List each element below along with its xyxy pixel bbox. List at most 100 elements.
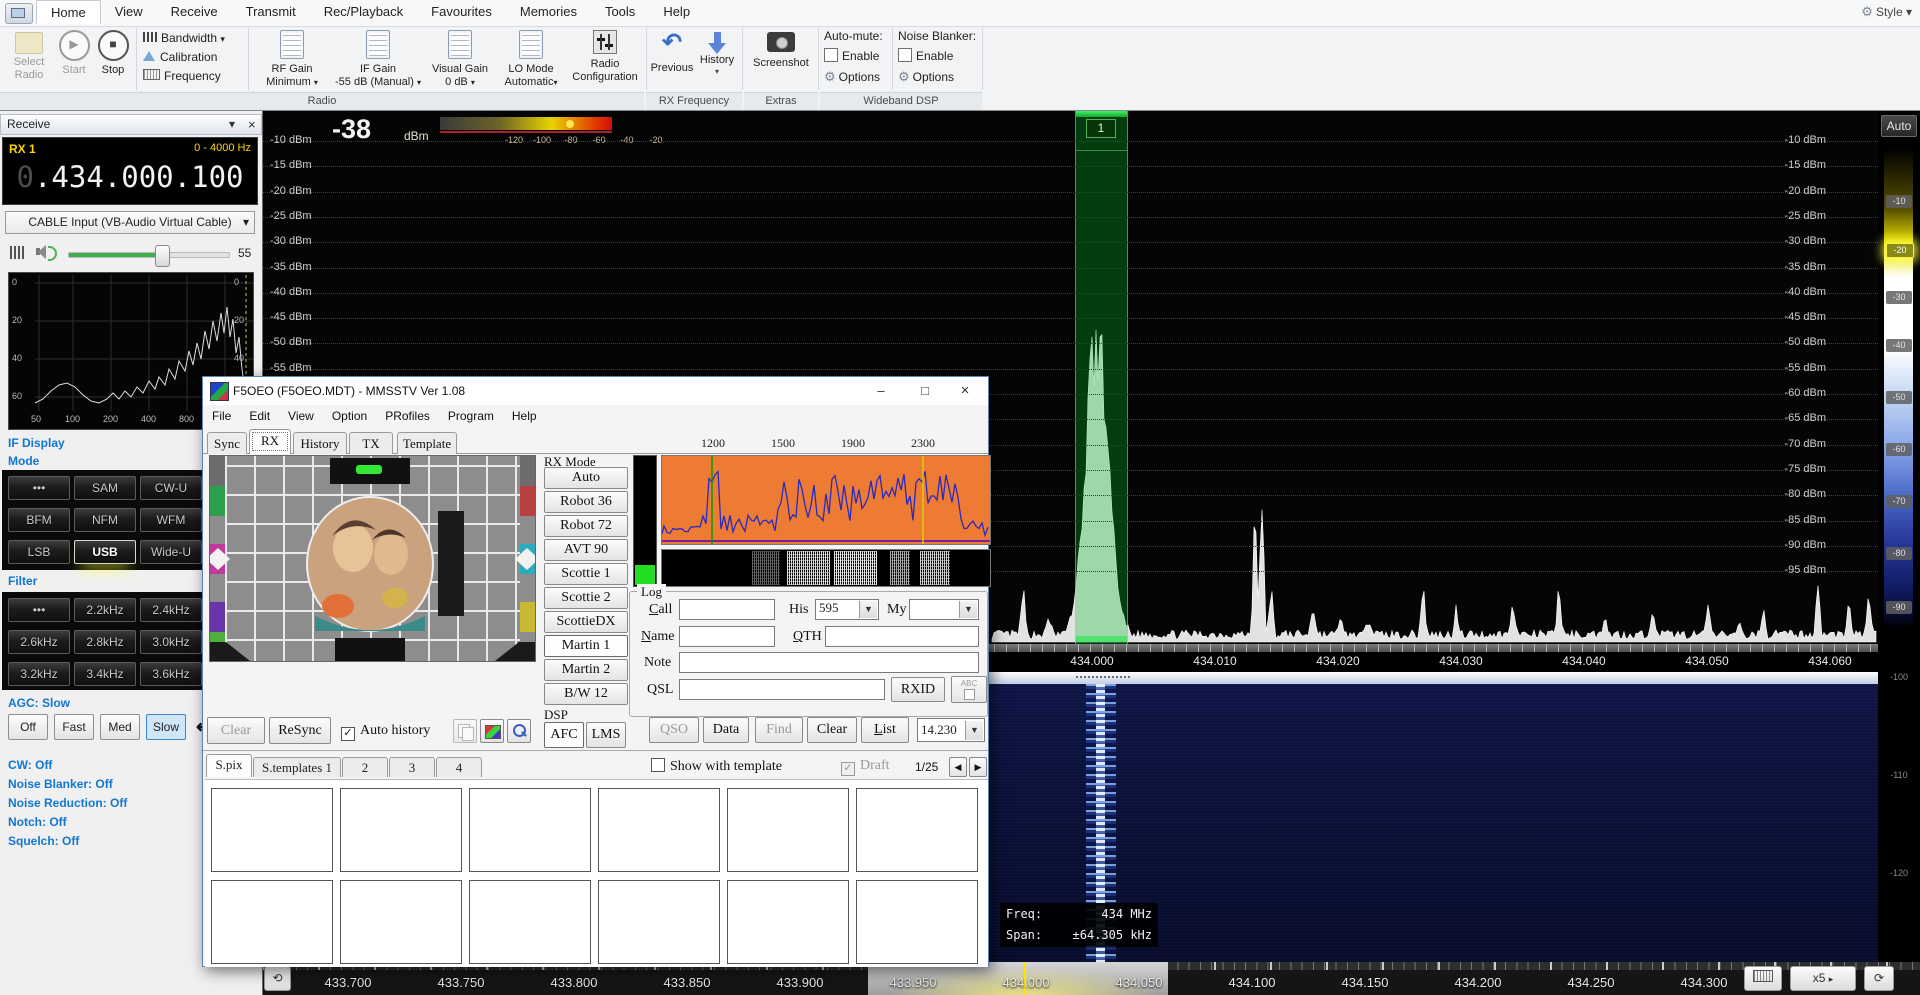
mode-button-lsb[interactable]: LSB [8,540,70,564]
noise-blanker-enable-checkbox[interactable]: Enable [898,48,978,63]
colorbar-auto-button[interactable]: Auto [1881,115,1917,137]
filter-header[interactable]: Filter [8,574,37,588]
maximize-button[interactable]: □ [910,381,940,401]
mode-button-wfm[interactable]: WFM [140,508,202,532]
colorbar-label-30[interactable]: -30 [1886,291,1912,304]
start-button[interactable]: ▶ Start [56,30,92,77]
rx-mode-robot-72[interactable]: Robot 72 [544,515,628,537]
call-input[interactable] [679,599,775,620]
mmsstv-menu-option[interactable]: Option [323,405,376,427]
agc-button-slow[interactable]: Slow [146,714,186,740]
colorbar-label-40[interactable]: -40 [1886,339,1912,352]
list-button[interactable]: List [861,717,909,743]
template-thumbnail[interactable] [856,788,978,872]
volume-handle[interactable] [155,245,170,267]
mmsstv-tab-history[interactable]: History [293,432,347,454]
rx-mode-scottie-1[interactable]: Scottie 1 [544,563,628,585]
mmsstv-menu-edit[interactable]: Edit [240,405,279,427]
copy-image-button[interactable] [453,719,477,743]
lms-button[interactable]: LMS [586,722,626,748]
mode-button-wide-u[interactable]: Wide-U [140,540,202,564]
rf-gain-button[interactable]: RF GainMinimum ▾ [252,30,332,89]
filter-button-2-2khz[interactable]: 2.2kHz [74,598,136,622]
calibration-button[interactable]: Calibration [143,50,245,69]
stop-button[interactable]: ■ Stop [96,30,130,77]
draft-checkbox[interactable]: ✓Draft [841,758,890,776]
if-gain-button[interactable]: IF Gain-55 dB (Manual) ▾ [334,30,422,89]
volume-slider[interactable] [68,252,230,258]
agc-button-fast[interactable]: Fast [54,714,94,740]
bottom-tab-2[interactable]: 2 [342,757,388,777]
template-thumbnail[interactable] [469,880,591,964]
image-tool-button[interactable] [480,719,504,743]
noise-blanker-options-button[interactable]: ⚙Options [898,69,978,85]
show-with-template-checkbox[interactable]: Show with template [651,758,782,775]
mmsstv-menu-profiles[interactable]: PRofiles [376,405,439,427]
frequency-display[interactable]: RX 1 0 - 4000 Hz 0.434.000.100 [2,137,258,205]
colorbar-label-80[interactable]: -80 [1886,547,1912,560]
ribbon-tab-help[interactable]: Help [649,0,704,23]
clear-button[interactable]: Clear [207,717,265,744]
ribbon-tab-tools[interactable]: Tools [591,0,649,23]
agc-button-med[interactable]: Med [100,714,140,740]
colorbar-label-60[interactable]: -60 [1886,443,1912,456]
audio-levels-icon[interactable] [10,246,25,259]
mode-button-sam[interactable]: SAM [74,476,136,500]
template-thumbnail[interactable] [340,788,462,872]
radio-configuration-button[interactable]: Radio Configuration [566,30,644,84]
pan-left-button[interactable]: ⟲ [264,966,291,991]
auto-mute-options-button[interactable]: ⚙Options [824,69,888,85]
template-thumbnail[interactable] [211,880,333,964]
previous-button[interactable]: ↶ Previous [650,30,694,75]
mmsstv-tab-tx[interactable]: TX [349,432,393,454]
colorbar-label-20[interactable]: -20 [1886,243,1914,258]
rx-mode-b-w-12[interactable]: B/W 12 [544,683,628,705]
close-button[interactable]: × [950,381,980,401]
mmsstv-menu-program[interactable]: Program [439,405,503,427]
audio-device-dropdown[interactable]: CABLE Input (VB-Audio Virtual Cable) ▾ [5,211,255,234]
colorbar-label-10[interactable]: -10 [1886,195,1912,208]
lo-mode-button[interactable]: LO ModeAutomatic▾ [498,30,564,89]
ribbon-tab-view[interactable]: View [101,0,157,23]
template-thumbnail[interactable] [727,880,849,964]
name-input[interactable] [679,626,775,647]
filter-button-3-6khz[interactable]: 3.6kHz [140,662,202,686]
abc-decode-button[interactable]: ABC [951,676,987,703]
ribbon-tab-transmit[interactable]: Transmit [232,0,310,23]
find-button[interactable]: Find [755,717,803,743]
bottom-tab-s-templates-1[interactable]: S.templates 1 [253,757,341,777]
agc-button-off[interactable]: Off [8,714,48,740]
filter-button-3-0khz[interactable]: 3.0kHz [140,630,202,654]
magnifier-button[interactable] [507,719,531,743]
if-display-header[interactable]: IF Display [8,436,65,450]
ribbon-tab-home[interactable]: Home [36,0,101,24]
mode-button-nfm[interactable]: NFM [74,508,136,532]
template-thumbnail[interactable] [856,880,978,964]
rx-mode-scottie-2[interactable]: Scottie 2 [544,587,628,609]
colorbar-label-50[interactable]: -50 [1886,391,1912,404]
filter-button-3-4khz[interactable]: 3.4kHz [74,662,136,686]
visual-gain-button[interactable]: Visual Gain0 dB ▾ [424,30,496,89]
mode-header[interactable]: Mode [8,454,39,468]
note-input[interactable] [679,652,979,673]
pan-right-button[interactable]: ⟳ [1864,966,1894,991]
mmsstv-titlebar[interactable]: F5OEO (F5OEO.MDT) - MMSSTV Ver 1.08 – □ … [203,377,988,406]
mmsstv-tab-sync[interactable]: Sync [207,432,247,454]
template-thumbnail[interactable] [727,788,849,872]
chevron-down-icon[interactable]: ▼ [859,601,877,618]
page-prev-button[interactable]: ◀ [949,757,967,777]
mode-button-bfm[interactable]: BFM [8,508,70,532]
template-thumbnail[interactable] [211,788,333,872]
filter-button-3-2khz[interactable]: 3.2kHz [8,662,70,686]
mmsstv-menu-help[interactable]: Help [503,405,546,427]
rx-mode-auto[interactable]: Auto [544,467,628,489]
log-clear-button[interactable]: Clear [807,717,857,743]
mmsstv-menu-view[interactable]: View [279,405,323,427]
select-radio-button[interactable]: Select Radio [6,30,52,82]
auto-history-checkbox[interactable]: ✓Auto history [341,723,430,741]
ribbon-tab-favourites[interactable]: Favourites [417,0,506,23]
qso-button[interactable]: QSO [649,717,699,743]
ribbon-tab-receive[interactable]: Receive [157,0,232,23]
afc-button[interactable]: AFC [544,722,584,748]
bottom-tab-s-pix[interactable]: S.pix [206,754,252,777]
